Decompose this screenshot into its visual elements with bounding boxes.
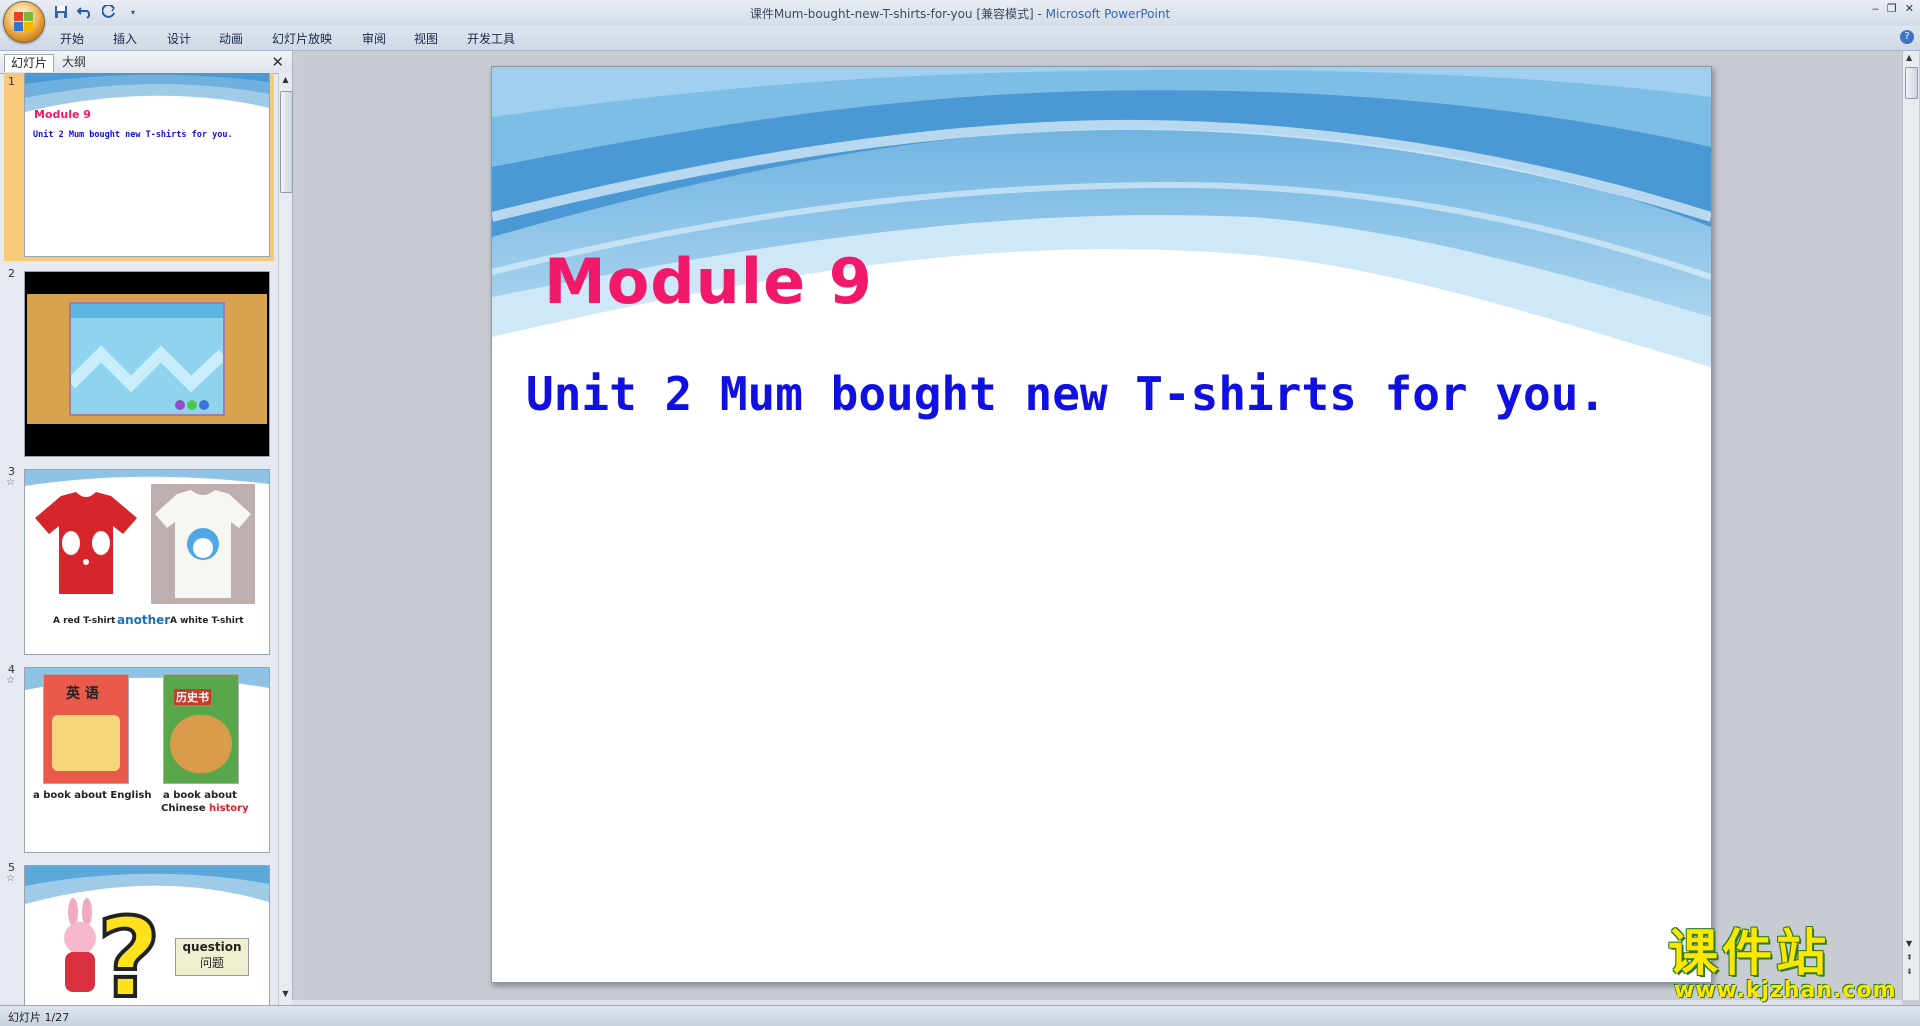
restore-icon[interactable]: ❐	[1887, 2, 1897, 15]
slide-title[interactable]: Module 9	[544, 245, 873, 318]
wave-background	[25, 73, 269, 132]
window-title: 课件Mum-bought-new-T-shirts-for-you [兼容模式]…	[749, 7, 1171, 21]
previous-slide-icon[interactable]: ⇞	[1906, 953, 1913, 962]
scroll-thumb[interactable]	[1905, 67, 1918, 99]
slide-thumbnail-1[interactable]: Module 9 Unit 2 Mum bought new T-shirts …	[24, 73, 270, 257]
scroll-down-icon[interactable]: ▼	[280, 989, 291, 1003]
svg-text:?: ?	[97, 898, 161, 998]
slide-thumbnail-4[interactable]: 英 语 历史书 a book about English a book abou…	[24, 667, 270, 853]
panel-tabs: 幻灯片 大纲 ✕	[0, 51, 292, 74]
slide-number: 2	[8, 267, 15, 280]
tab-design[interactable]: 设计	[167, 30, 191, 47]
white-tshirt-image	[151, 484, 255, 604]
tab-home[interactable]: 开始	[60, 30, 84, 47]
thumb-label: another	[117, 613, 171, 627]
watermark-logo: 课件站 www.kjzhan.com	[1668, 924, 1897, 1003]
thumb-label: a book about English	[33, 790, 152, 801]
ball-icon	[199, 400, 209, 410]
current-slide[interactable]: Module 9 Unit 2 Mum bought new T-shirts …	[491, 66, 1712, 983]
tab-view[interactable]: 视图	[414, 30, 438, 47]
help-icon[interactable]: ?	[1900, 30, 1914, 44]
thumb-label: Chinese history	[161, 803, 249, 814]
app-name: Microsoft PowerPoint	[1045, 7, 1171, 21]
status-bar: 幻灯片 1/27	[0, 1005, 1920, 1026]
slide-thumbnail-5[interactable]: ? question 问题	[24, 865, 270, 1005]
tab-outline[interactable]: 大纲	[56, 54, 92, 71]
office-button[interactable]	[3, 1, 45, 43]
ribbon-tabs: 开始 插入 设计 动画 幻灯片放映 审阅 视图 开发工具 ?	[0, 26, 1920, 51]
tab-review[interactable]: 审阅	[362, 30, 386, 47]
scroll-up-icon[interactable]: ▲	[280, 75, 291, 89]
thumb-title: Module 9	[34, 108, 91, 121]
window-controls: ‒ ❐ ✕	[1872, 2, 1914, 15]
minimize-icon[interactable]: ‒	[1872, 2, 1879, 15]
wave-background	[492, 67, 1711, 387]
red-tshirt-image	[35, 492, 137, 594]
close-icon[interactable]: ✕	[1905, 2, 1914, 15]
game-board	[66, 302, 228, 416]
document-name: 课件Mum-bought-new-T-shirts-for-you [兼容模式]	[749, 7, 1034, 21]
animation-star-icon: ☆	[6, 477, 15, 488]
rabbit-question-image: ?	[64, 898, 163, 998]
office-logo-icon	[14, 12, 34, 32]
ball-icon	[175, 400, 185, 410]
tab-developer[interactable]: 开发工具	[467, 30, 515, 47]
tab-animation[interactable]: 动画	[219, 30, 243, 47]
panel-close-icon[interactable]: ✕	[271, 53, 284, 71]
animation-star-icon: ☆	[6, 675, 15, 686]
history-book-image: 历史书	[163, 674, 239, 784]
tab-slideshow[interactable]: 幻灯片放映	[272, 30, 332, 47]
thumb-label: A white T-shirt	[170, 616, 244, 626]
next-slide-icon[interactable]: ⇟	[1906, 967, 1913, 976]
zigzag-pattern	[66, 304, 228, 393]
slide-number: 1	[8, 75, 15, 88]
scroll-down-icon[interactable]: ▼	[1906, 939, 1912, 948]
scroll-thumb[interactable]	[280, 91, 293, 193]
slide-thumbnail-3[interactable]: A red T-shirt another A white T-shirt	[24, 469, 270, 655]
word-card: question 问题	[175, 938, 249, 976]
slide-thumbnail-2[interactable]	[24, 271, 270, 457]
ball-icon	[187, 400, 197, 410]
thumb-label: a book about	[163, 790, 237, 801]
english-book-image: 英 语	[43, 674, 129, 784]
scroll-up-icon[interactable]: ▲	[1906, 53, 1912, 62]
editor-scrollbar[interactable]: ▲ ▼ ⇞ ⇟	[1902, 51, 1919, 1000]
tab-slides[interactable]: 幻灯片	[4, 54, 55, 72]
slides-panel: 幻灯片 大纲 ✕ 1 Module 9 Unit 2 Mum bought ne…	[0, 51, 293, 1005]
title-bar: ▾ 课件Mum-bought-new-T-shirts-for-you [兼容模…	[0, 0, 1920, 26]
slide-subtitle[interactable]: Unit 2 Mum bought new T-shirts for you.	[526, 367, 1606, 421]
thumb-subtitle: Unit 2 Mum bought new T-shirts for you.	[33, 130, 233, 140]
thumb-label: A red T-shirt	[53, 616, 116, 626]
slide-counter: 幻灯片 1/27	[8, 1011, 70, 1024]
thumbnail-scrollbar[interactable]: ▲ ▼	[278, 73, 293, 1005]
tab-insert[interactable]: 插入	[113, 30, 137, 47]
thumbnail-list: 1 Module 9 Unit 2 Mum bought new T-shirt…	[0, 73, 276, 1005]
animation-star-icon: ☆	[6, 873, 15, 884]
